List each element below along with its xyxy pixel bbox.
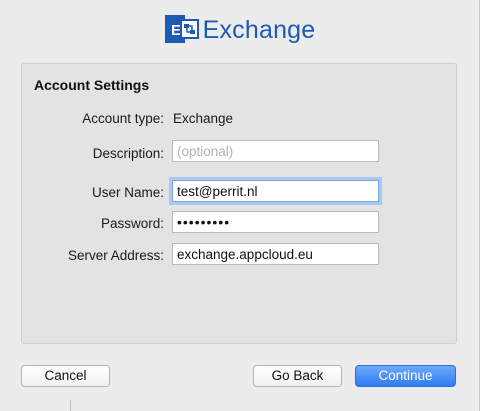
section-title: Account Settings [34,77,150,93]
app-title: Exchange [202,15,316,44]
server-address-label: Server Address: [67,248,164,263]
svg-text:E: E [171,22,181,39]
exchange-setup-window: E Exchange Account Settings Account type… [0,0,480,411]
password-field[interactable]: ••••••••• [172,211,379,233]
description-label: Description: [92,146,164,161]
go-back-button[interactable]: Go Back [253,365,342,387]
exchange-logo-icon: E [164,14,199,44]
password-label: Password: [100,216,164,231]
user-name-label: User Name: [91,185,164,200]
cancel-button[interactable]: Cancel [21,365,110,387]
account-settings-panel: Account Settings Account type: Exchange … [21,63,457,344]
user-name-field[interactable] [172,180,379,202]
header: E Exchange [0,10,480,48]
server-address-field[interactable] [172,243,379,265]
description-field[interactable] [172,140,379,162]
account-type-label: Account type: [82,111,164,126]
continue-button[interactable]: Continue [355,365,456,387]
account-type-value: Exchange [173,111,234,126]
divider [70,400,71,411]
